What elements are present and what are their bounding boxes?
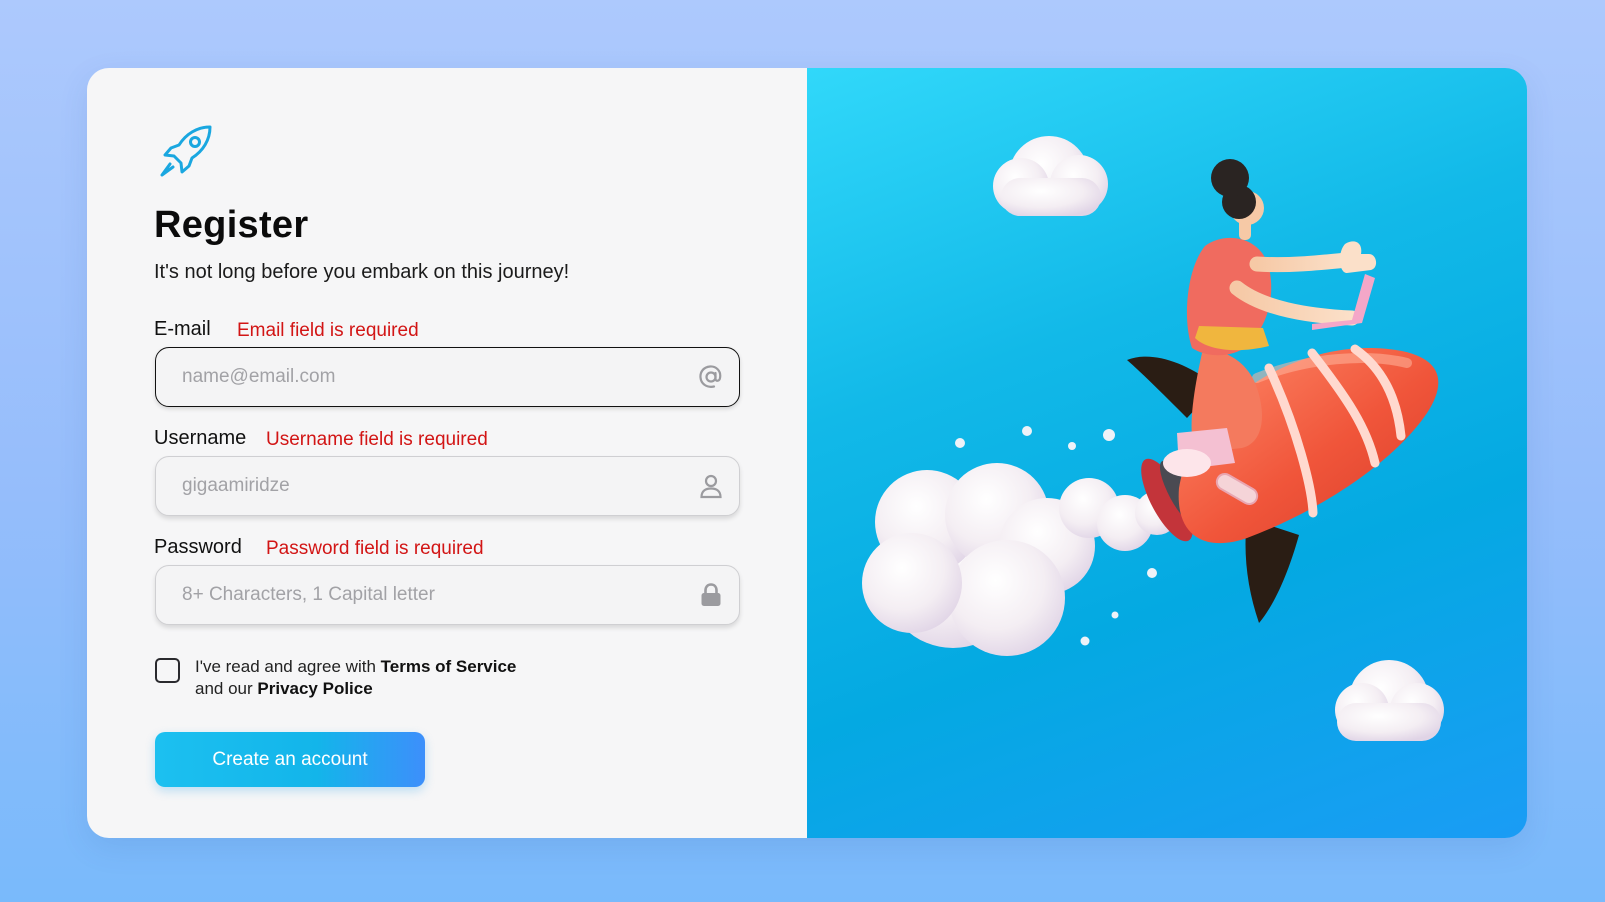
- terms-checkbox[interactable]: [155, 658, 180, 683]
- privacy-policy-link[interactable]: Privacy Police: [257, 679, 372, 698]
- terms-of-service-link[interactable]: Terms of Service: [381, 657, 517, 676]
- terms-middle: and our: [195, 679, 258, 698]
- illustration-panel: [807, 68, 1527, 838]
- exhaust-cloud: [862, 463, 1179, 656]
- cloud-top: [993, 136, 1108, 216]
- terms-text: I've read and agree with Terms of Servic…: [195, 656, 516, 700]
- email-error: Email field is required: [237, 320, 419, 341]
- username-error: Username field is required: [266, 429, 488, 450]
- username-field[interactable]: [155, 456, 740, 516]
- register-form-panel: Register It's not long before you embark…: [87, 68, 807, 838]
- cloud-bottom: [1335, 660, 1444, 741]
- password-input[interactable]: [156, 566, 697, 624]
- rocket-icon: [160, 125, 212, 177]
- at-sign-icon: [697, 363, 725, 391]
- terms-prefix: I've read and agree with: [195, 657, 381, 676]
- page-subtitle: It's not long before you embark on this …: [154, 261, 570, 283]
- create-account-button[interactable]: Create an account: [155, 732, 425, 787]
- email-label: E-mail: [154, 318, 211, 340]
- person-riding-rocket-illustration: [862, 136, 1444, 741]
- password-error: Password field is required: [266, 538, 484, 559]
- email-input[interactable]: [156, 348, 697, 406]
- email-field[interactable]: [155, 347, 740, 407]
- password-field[interactable]: [155, 565, 740, 625]
- password-label: Password: [154, 536, 242, 558]
- username-label: Username: [154, 427, 247, 449]
- register-card: Register It's not long before you embark…: [87, 68, 1527, 838]
- user-icon: [697, 472, 725, 500]
- username-input[interactable]: [156, 457, 697, 515]
- page-title: Register: [154, 204, 309, 246]
- lock-icon: [697, 581, 725, 609]
